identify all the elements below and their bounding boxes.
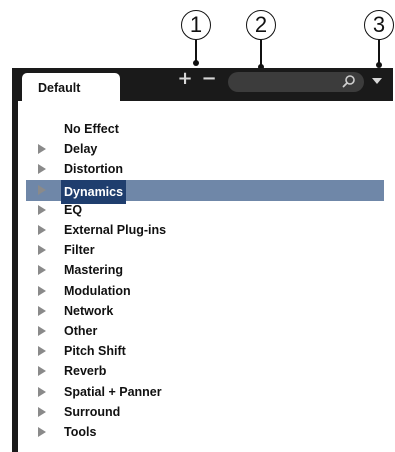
tree-item-label: Reverb xyxy=(64,364,107,379)
expand-arrow-icon[interactable] xyxy=(38,285,46,296)
tree-item-modulation[interactable]: Modulation xyxy=(26,281,384,302)
expand-arrow-icon[interactable] xyxy=(38,164,46,175)
tree-item-label: Spatial + Panner xyxy=(64,384,162,399)
tree-item-label: Tools xyxy=(64,425,97,439)
tree-item-external-plug-ins[interactable]: External Plug-ins xyxy=(26,220,384,241)
expand-arrow-icon[interactable] xyxy=(38,305,46,316)
tree-item-dynamics[interactable]: Dynamics xyxy=(26,179,384,204)
tree-item-filter[interactable]: Filter xyxy=(26,240,384,261)
expand-arrow-icon[interactable] xyxy=(38,386,46,397)
callout-1: 1 xyxy=(181,10,211,40)
tree-item-mastering[interactable]: Mastering xyxy=(26,260,384,281)
tree-item-label: Delay xyxy=(64,142,98,157)
tree-item-label: Distortion xyxy=(64,162,124,177)
search-input[interactable] xyxy=(228,72,364,92)
expand-arrow-icon[interactable] xyxy=(38,265,46,276)
tree-item-label: Other xyxy=(64,324,98,338)
tree-item-spatial-panner[interactable]: Spatial + Panner xyxy=(26,382,384,403)
tree-item-label: Filter xyxy=(64,243,95,258)
remove-folder-button[interactable]: − xyxy=(201,69,217,89)
callout-2: 2 xyxy=(246,10,276,40)
tree-item-label: Mastering xyxy=(64,263,124,278)
tree-item-label: Surround xyxy=(64,404,121,419)
callout-3: 3 xyxy=(364,10,394,40)
callout-1-line xyxy=(195,40,197,62)
search-icon xyxy=(342,75,355,88)
tree-item-label: Network xyxy=(64,303,114,318)
tree-item-label: Modulation xyxy=(64,283,131,298)
tree-item-other[interactable]: Other xyxy=(26,321,384,342)
tree-item-tools[interactable]: Tools xyxy=(26,422,384,443)
tab-default[interactable]: Default xyxy=(22,73,120,101)
expand-arrow-icon[interactable] xyxy=(38,225,46,235)
expand-arrow-icon[interactable] xyxy=(38,326,46,336)
expand-arrow-icon[interactable] xyxy=(38,406,46,417)
expand-arrow-icon[interactable] xyxy=(38,427,46,437)
tree-item-pitch-shift[interactable]: Pitch Shift xyxy=(26,341,384,362)
tree-item-label: External Plug-ins xyxy=(64,223,167,237)
tree-item-label: No Effect xyxy=(64,122,119,136)
expand-arrow-icon[interactable] xyxy=(38,144,46,155)
expand-arrow-icon[interactable] xyxy=(38,366,46,377)
tree-item-network[interactable]: Network xyxy=(26,301,384,322)
effects-browser-figure: 1 2 3 Default + − No Effect Delay Distorti… xyxy=(0,0,395,452)
expand-arrow-icon[interactable] xyxy=(38,245,46,256)
add-folder-button[interactable]: + xyxy=(177,69,193,89)
tree-item-surround[interactable]: Surround xyxy=(26,402,384,423)
tree-item-distortion[interactable]: Distortion xyxy=(26,159,384,180)
expand-arrow-icon[interactable] xyxy=(38,346,46,357)
dropdown-arrow-icon[interactable] xyxy=(372,78,382,84)
callout-1-dot xyxy=(193,60,199,66)
tree-item-eq[interactable]: EQ xyxy=(26,200,384,221)
tree-item-label: Pitch Shift xyxy=(64,344,126,359)
callout-3-line xyxy=(378,40,380,64)
tree-item-label: EQ xyxy=(64,202,83,217)
expand-arrow-icon[interactable] xyxy=(38,184,46,195)
tree-item-reverb[interactable]: Reverb xyxy=(26,361,384,382)
expand-arrow-icon[interactable] xyxy=(38,204,46,215)
tree-item-delay[interactable]: Delay xyxy=(26,139,384,160)
tree-item-no-effect[interactable]: No Effect xyxy=(26,119,384,140)
